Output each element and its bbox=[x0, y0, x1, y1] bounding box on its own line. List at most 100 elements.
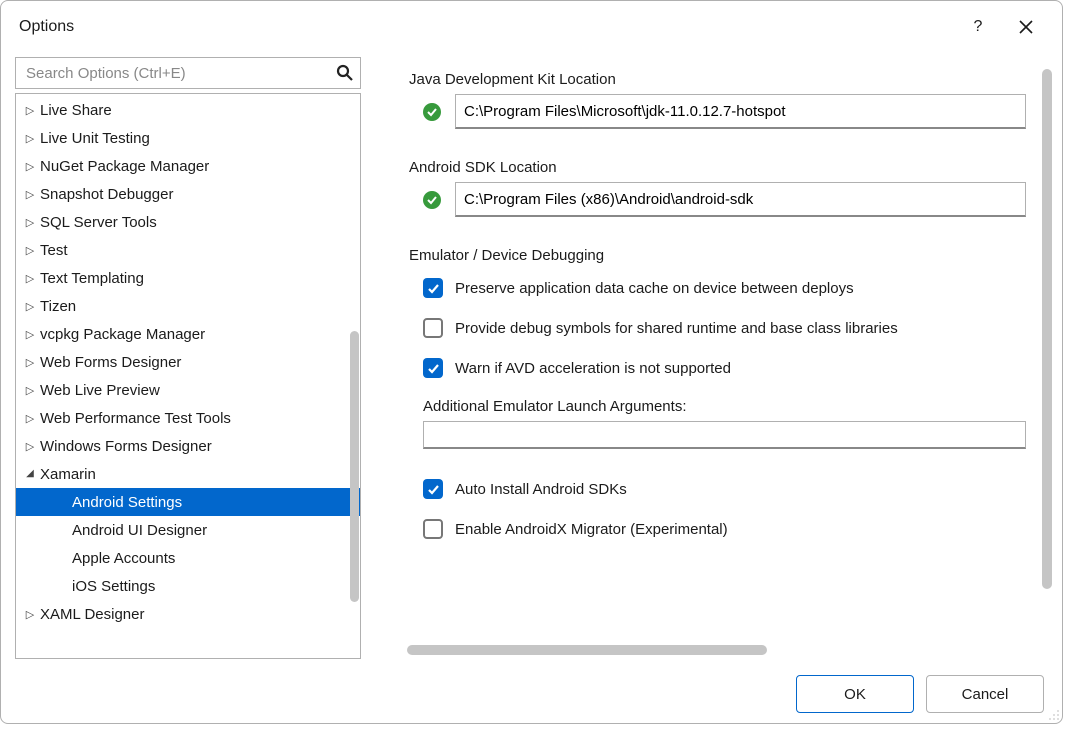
dialog-footer: OK Cancel bbox=[1, 665, 1062, 723]
tree-node[interactable]: ▷Live Share bbox=[16, 96, 360, 124]
checkbox-label: Auto Install Android SDKs bbox=[455, 481, 627, 498]
chevron-right-icon: ▷ bbox=[22, 216, 38, 229]
tree-node[interactable]: ▷XAML Designer bbox=[16, 600, 360, 628]
tree-node-label: Test bbox=[38, 242, 68, 259]
tree-node-label: Xamarin bbox=[38, 466, 96, 483]
chevron-right-icon: ▷ bbox=[22, 384, 38, 397]
tree-node-label: Text Templating bbox=[38, 270, 144, 287]
close-button[interactable] bbox=[1002, 1, 1050, 53]
tree-node-label: SQL Server Tools bbox=[38, 214, 157, 231]
tree-node-label: Apple Accounts bbox=[70, 550, 175, 567]
checkbox-unchecked-icon bbox=[423, 318, 443, 338]
tree-child-node[interactable]: iOS Settings bbox=[16, 572, 360, 600]
tree-scrollbar[interactable] bbox=[344, 94, 360, 658]
checkbox-label: Warn if AVD acceleration is not supporte… bbox=[455, 360, 731, 377]
checkmark-icon bbox=[423, 191, 441, 209]
checkbox-unchecked-icon bbox=[423, 519, 443, 539]
window-title: Options bbox=[19, 18, 74, 36]
checkbox-label: Enable AndroidX Migrator (Experimental) bbox=[455, 521, 728, 538]
tree-node[interactable]: ▷Web Forms Designer bbox=[16, 348, 360, 376]
tree-node-label: Web Forms Designer bbox=[38, 354, 181, 371]
tree-node-label: Web Performance Test Tools bbox=[38, 410, 231, 427]
tree-node-label: Tizen bbox=[38, 298, 76, 315]
pane-hscrollbar[interactable] bbox=[407, 645, 767, 655]
checkbox-checked-icon bbox=[423, 358, 443, 378]
additional-args-label: Additional Emulator Launch Arguments: bbox=[409, 398, 1026, 415]
jdk-label: Java Development Kit Location bbox=[409, 71, 1026, 88]
tree-node[interactable]: ▷Text Templating bbox=[16, 264, 360, 292]
sdk-field-row bbox=[409, 182, 1026, 217]
tree-node[interactable]: ▷vcpkg Package Manager bbox=[16, 320, 360, 348]
tree-node[interactable]: ▷NuGet Package Manager bbox=[16, 152, 360, 180]
help-icon: ? bbox=[974, 18, 983, 36]
tree-child-node[interactable]: Android Settings bbox=[16, 488, 360, 516]
tree-node[interactable]: ▷SQL Server Tools bbox=[16, 208, 360, 236]
tree-node[interactable]: ▷Windows Forms Designer bbox=[16, 432, 360, 460]
chevron-right-icon: ▷ bbox=[22, 272, 38, 285]
tree-node-label: iOS Settings bbox=[70, 578, 155, 595]
tree-node[interactable]: ▷Tizen bbox=[16, 292, 360, 320]
chevron-right-icon: ▷ bbox=[22, 244, 38, 257]
tree-node[interactable]: ▷Snapshot Debugger bbox=[16, 180, 360, 208]
tree-child-node[interactable]: Apple Accounts bbox=[16, 544, 360, 572]
chevron-right-icon: ▷ bbox=[22, 412, 38, 425]
search-icon bbox=[336, 64, 354, 82]
tree-node[interactable]: ▷Web Performance Test Tools bbox=[16, 404, 360, 432]
emulator-group-label: Emulator / Device Debugging bbox=[409, 247, 1026, 264]
options-tree[interactable]: ▷Live Share▷Live Unit Testing▷NuGet Pack… bbox=[15, 93, 361, 659]
checkbox-label: Provide debug symbols for shared runtime… bbox=[455, 320, 898, 337]
tree-node[interactable]: ◢Xamarin bbox=[16, 460, 360, 488]
tree-child-node[interactable]: Android UI Designer bbox=[16, 516, 360, 544]
tree-node-label: XAML Designer bbox=[38, 606, 145, 623]
auto-install-checkbox[interactable]: Auto Install Android SDKs bbox=[409, 479, 1026, 499]
chevron-right-icon: ▷ bbox=[22, 188, 38, 201]
titlebar: Options ? bbox=[1, 1, 1062, 53]
jdk-field-row bbox=[409, 94, 1026, 129]
sdk-location-input[interactable] bbox=[455, 182, 1026, 217]
chevron-right-icon: ▷ bbox=[22, 300, 38, 313]
chevron-right-icon: ▷ bbox=[22, 356, 38, 369]
settings-pane: Java Development Kit Location Android SD… bbox=[381, 57, 1054, 659]
tree-node-label: Android Settings bbox=[70, 494, 182, 511]
androidx-checkbox[interactable]: Enable AndroidX Migrator (Experimental) bbox=[409, 519, 1026, 539]
chevron-right-icon: ▷ bbox=[22, 104, 38, 117]
sidebar: ▷Live Share▷Live Unit Testing▷NuGet Pack… bbox=[15, 57, 361, 659]
checkbox-checked-icon bbox=[423, 278, 443, 298]
tree-node-label: Snapshot Debugger bbox=[38, 186, 173, 203]
checkbox-checked-icon bbox=[423, 479, 443, 499]
checkbox-label: Preserve application data cache on devic… bbox=[455, 280, 854, 297]
tree-node-label: NuGet Package Manager bbox=[38, 158, 209, 175]
resize-grip-icon[interactable] bbox=[1046, 707, 1060, 721]
pane-scrollbar[interactable] bbox=[1042, 69, 1052, 589]
chevron-right-icon: ▷ bbox=[22, 132, 38, 145]
tree-node-label: Windows Forms Designer bbox=[38, 438, 212, 455]
cancel-button[interactable]: Cancel bbox=[926, 675, 1044, 713]
tree-node-label: Web Live Preview bbox=[38, 382, 160, 399]
chevron-right-icon: ▷ bbox=[22, 440, 38, 453]
additional-args-input[interactable] bbox=[423, 421, 1026, 449]
tree-node-label: Android UI Designer bbox=[70, 522, 207, 539]
sdk-label: Android SDK Location bbox=[409, 159, 1026, 176]
checkmark-icon bbox=[423, 103, 441, 121]
help-button[interactable]: ? bbox=[954, 1, 1002, 53]
close-icon bbox=[1019, 20, 1033, 34]
tree-scrollbar-thumb[interactable] bbox=[350, 331, 359, 602]
chevron-right-icon: ▷ bbox=[22, 328, 38, 341]
preserve-data-checkbox[interactable]: Preserve application data cache on devic… bbox=[409, 278, 1026, 298]
chevron-down-icon: ◢ bbox=[22, 468, 38, 479]
warn-avd-checkbox[interactable]: Warn if AVD acceleration is not supporte… bbox=[409, 358, 1026, 378]
chevron-right-icon: ▷ bbox=[22, 608, 38, 621]
search-input[interactable] bbox=[24, 64, 336, 83]
search-box[interactable] bbox=[15, 57, 361, 89]
tree-node[interactable]: ▷Web Live Preview bbox=[16, 376, 360, 404]
tree-node-label: vcpkg Package Manager bbox=[38, 326, 205, 343]
options-dialog: Options ? ▷Live Share▷Live Unit Testing▷… bbox=[0, 0, 1063, 724]
jdk-location-input[interactable] bbox=[455, 94, 1026, 129]
tree-node-label: Live Share bbox=[38, 102, 112, 119]
chevron-right-icon: ▷ bbox=[22, 160, 38, 173]
tree-node[interactable]: ▷Live Unit Testing bbox=[16, 124, 360, 152]
tree-node[interactable]: ▷Test bbox=[16, 236, 360, 264]
ok-button[interactable]: OK bbox=[796, 675, 914, 713]
debug-symbols-checkbox[interactable]: Provide debug symbols for shared runtime… bbox=[409, 318, 1026, 338]
tree-node-label: Live Unit Testing bbox=[38, 130, 150, 147]
